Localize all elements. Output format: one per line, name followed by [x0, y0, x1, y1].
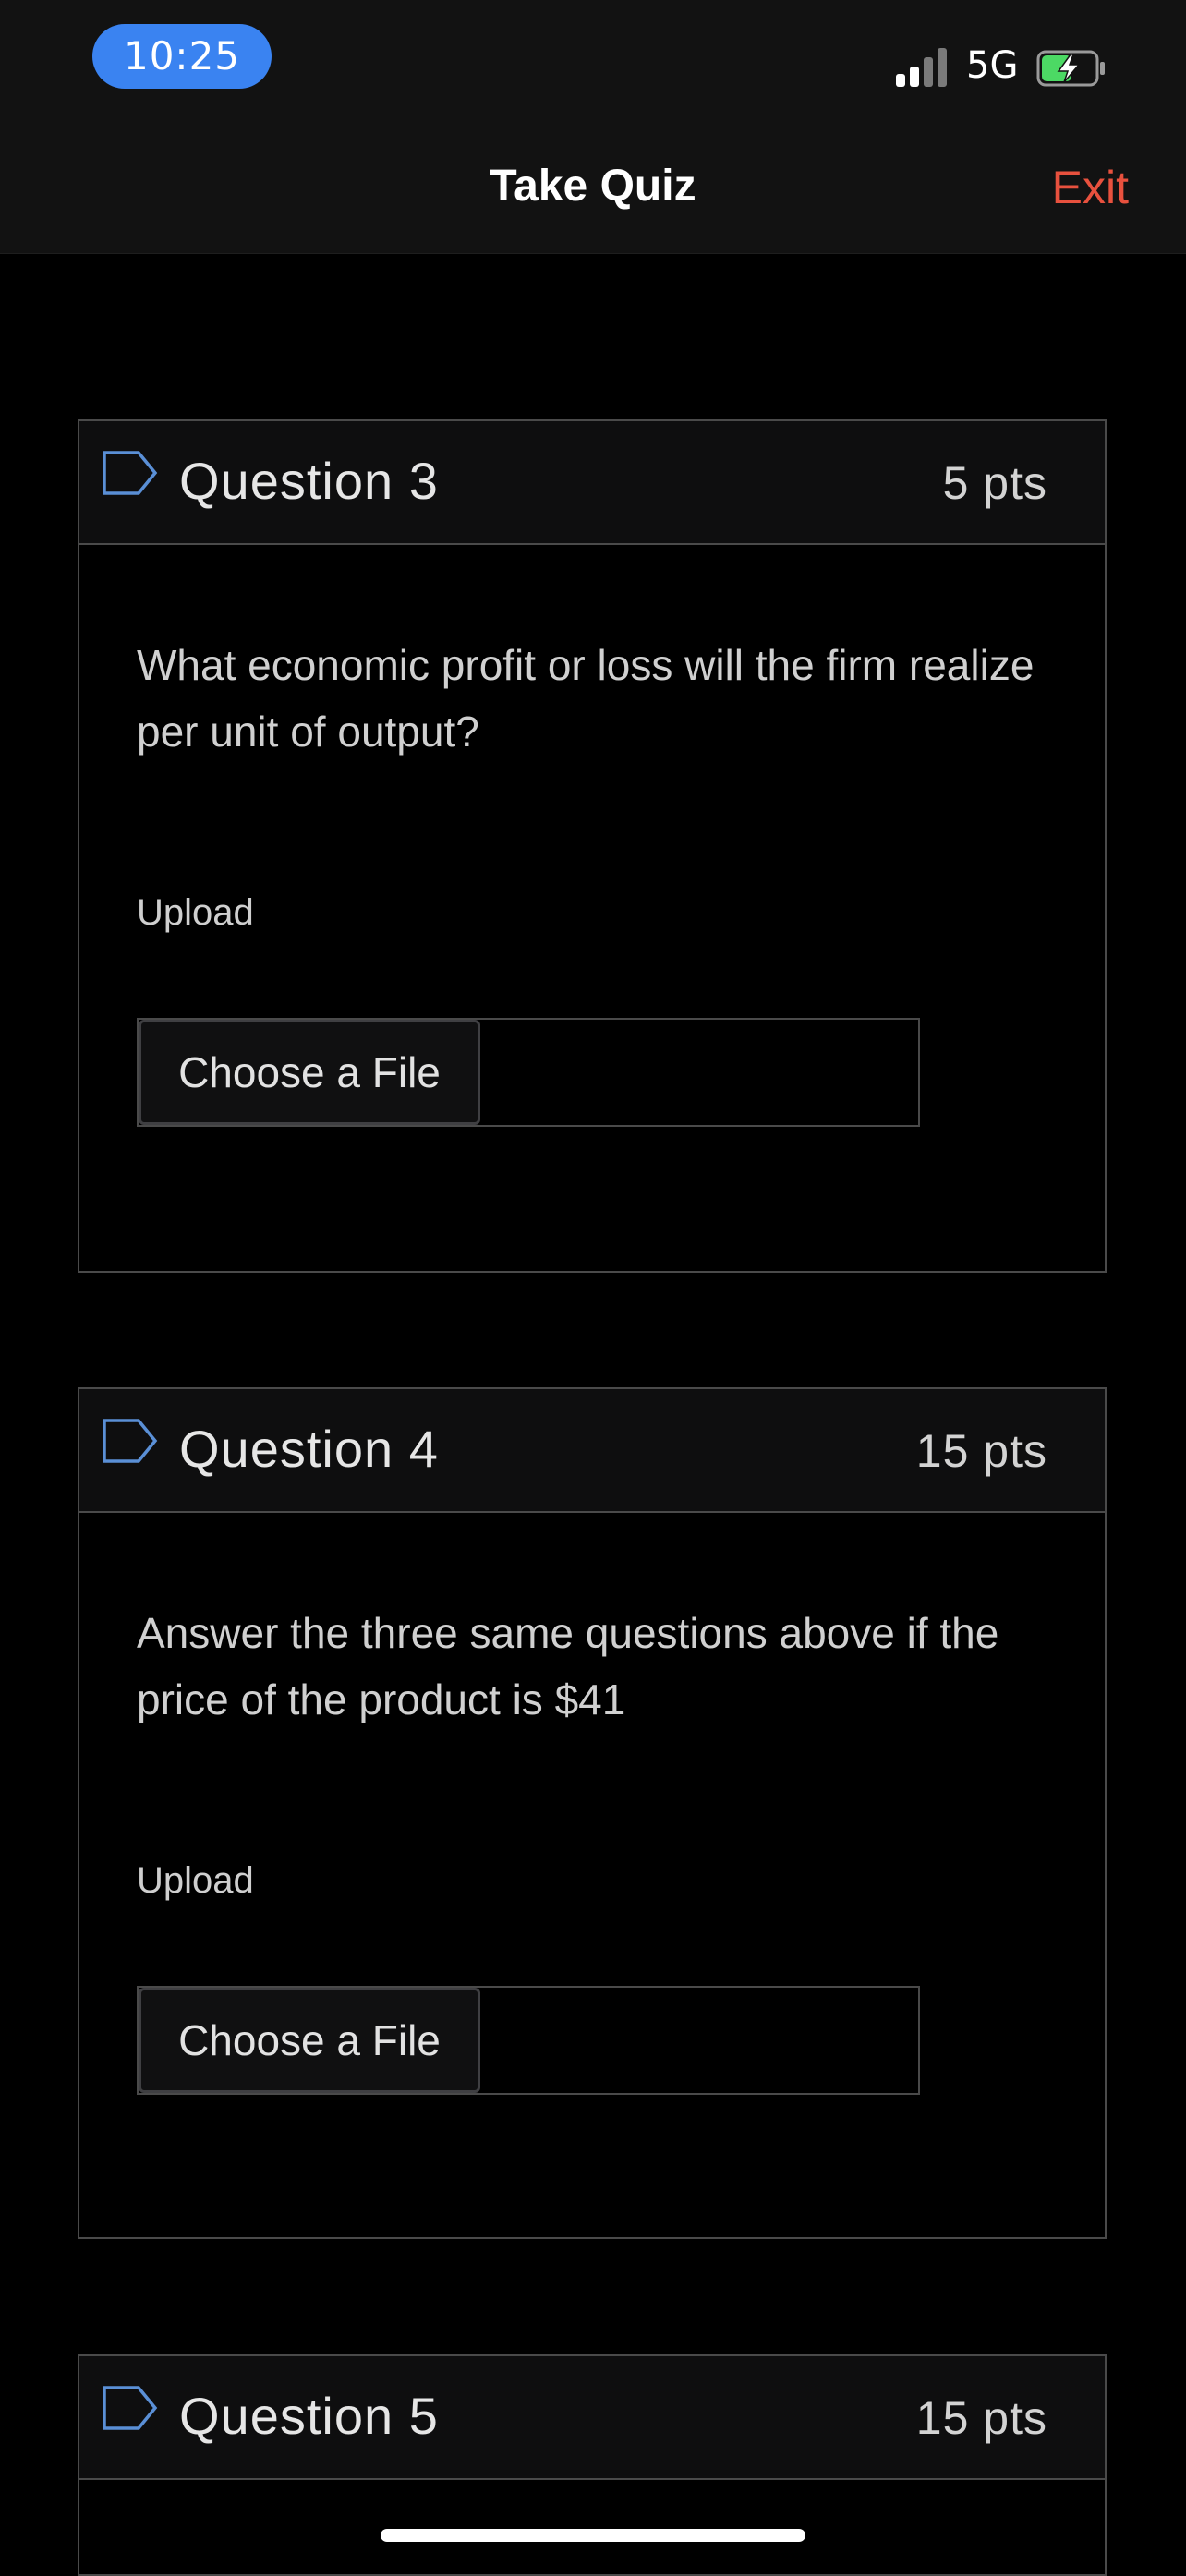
home-indicator[interactable] — [381, 2529, 805, 2542]
page-title: Take Quiz — [490, 162, 696, 211]
battery-charging-icon — [1036, 50, 1105, 87]
question-text: What economic profit or loss will the fi… — [137, 641, 1035, 756]
question-title: Question 3 — [179, 452, 439, 510]
choose-file-button[interactable]: Choose a File — [139, 1988, 480, 2093]
file-upload-field[interactable]: Choose a File — [137, 1986, 920, 2095]
question-card: Question 3 5 pts What economic profit or… — [78, 419, 1107, 1273]
question-header: Question 5 15 pts — [79, 2356, 1105, 2480]
choose-file-button[interactable]: Choose a File — [139, 1020, 480, 1125]
upload-label: Upload — [137, 1860, 254, 1901]
network-type: 5G — [966, 44, 1019, 87]
file-upload-field[interactable]: Choose a File — [137, 1018, 920, 1127]
flag-question-icon[interactable] — [102, 2384, 159, 2432]
question-points: 15 pts — [915, 1425, 1047, 1477]
question-header: Question 4 15 pts — [79, 1389, 1105, 1513]
question-title: Question 5 — [179, 2387, 439, 2445]
question-points: 5 pts — [942, 457, 1047, 509]
question-points: 15 pts — [915, 2392, 1047, 2444]
status-indicators: 5G — [892, 41, 1114, 96]
flag-question-icon[interactable] — [102, 449, 159, 497]
question-header: Question 3 5 pts — [79, 421, 1105, 545]
question-card: Question 4 15 pts Answer the three same … — [78, 1387, 1107, 2239]
cellular-signal-icon — [896, 48, 951, 87]
top-bar: 10:25 5G Take Quiz Exit — [0, 0, 1186, 254]
question-card: Question 5 15 pts — [78, 2354, 1107, 2576]
question-title: Question 4 — [179, 1420, 439, 1478]
flag-question-icon[interactable] — [102, 1417, 159, 1465]
upload-label: Upload — [137, 892, 254, 933]
question-text: Answer the three same questions above if… — [137, 1609, 999, 1723]
exit-button[interactable]: Exit — [1052, 161, 1129, 214]
status-time: 10:25 — [92, 24, 272, 89]
